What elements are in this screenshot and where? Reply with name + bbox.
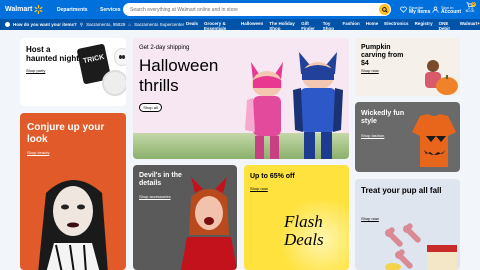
dog-treats-image [385, 223, 457, 270]
cart-button[interactable]: 0 $0.00 [464, 2, 476, 17]
services-label: Services [100, 6, 121, 13]
nav-registry[interactable]: Registry [415, 21, 433, 28]
search-input[interactable]: Search everything at Walmart online and … [123, 3, 391, 16]
shop-fashion-link[interactable]: Shop fashion [361, 133, 384, 138]
hero-subtitle: Get 2-day shipping [139, 45, 190, 51]
my-items-label: My Items [409, 8, 431, 15]
store-icon: ⌂ [128, 22, 132, 27]
nav-home[interactable]: Home [366, 21, 379, 28]
devil-costume-kid-image [181, 177, 237, 270]
delivery-selector[interactable]: How do you want your items? ⚲ Sacramento… [5, 21, 184, 28]
pink-costume-kid-image [245, 62, 283, 159]
flash-line: Flash [284, 212, 323, 231]
card-haunted-night[interactable]: Host a haunted night Shop party TRICK [20, 38, 126, 106]
nav-electronics[interactable]: Electronics [384, 21, 408, 28]
shop-party-link[interactable]: Shop party [26, 68, 45, 73]
shop-now-link[interactable]: Shop now [250, 186, 268, 191]
card-treat-pup[interactable]: Treat your pup all fall Shop now [355, 179, 460, 270]
nav-gift-finder[interactable]: Gift Finder [301, 21, 317, 31]
card-flash-deals[interactable]: Up to 65% off Shop now Flash Deals [244, 165, 349, 270]
card-conjure-look[interactable]: Conjure up your look Shop beauty [20, 113, 126, 270]
delivery-location: Sacramento, 95829 [86, 22, 126, 27]
nav-one-debit[interactable]: ONE Debit [439, 21, 454, 31]
mug-text: TRICK [82, 53, 105, 66]
flash-deals-heading: Flash Deals [284, 213, 324, 249]
pumpkin-carving-image [425, 60, 458, 95]
shop-now-link[interactable]: Shop now [361, 216, 379, 221]
nav-toy-shop[interactable]: Toy Shop [323, 21, 337, 31]
search-button[interactable] [379, 4, 390, 15]
shop-now-link[interactable]: Shop now [361, 68, 379, 73]
services-button[interactable]: Services [91, 3, 121, 16]
card-title: Conjure up your look [27, 122, 105, 145]
card-title: Host a haunted night [26, 45, 79, 64]
card-pumpkin-carving[interactable]: Pumpkin carving from $4 Shop now [355, 38, 460, 96]
nav-halloween[interactable]: Halloween [241, 21, 263, 28]
card-title: Treat your pup all fall [361, 186, 442, 195]
card-devil-details[interactable]: Devil's in the details Shop accessories [133, 165, 237, 270]
hero-title: Halloween thrills [139, 56, 219, 95]
nav-walmart-plus[interactable]: Walmart+ [460, 21, 480, 28]
nav-grocery[interactable]: Grocery & Essentials [204, 21, 235, 31]
pin-icon: ⚲ [79, 21, 84, 27]
store-name: Sacramento Supercenter [134, 22, 185, 27]
search-icon [381, 6, 388, 13]
witch-makeup-model-image [38, 180, 108, 270]
cart-count-badge: 0 [471, 2, 476, 7]
user-icon [432, 6, 439, 13]
plate-image [102, 70, 126, 96]
deals-line: Deals [284, 229, 324, 249]
card-title: Pumpkin carving from $4 [361, 44, 404, 68]
sub-header: How do you want your items? ⚲ Sacramento… [0, 19, 480, 31]
departments-label: Departments [57, 6, 88, 13]
ghost-face-image [114, 48, 126, 66]
reorder-button[interactable]: Reorder My Items [400, 3, 430, 16]
heart-icon [400, 6, 407, 13]
nav-holiday-shop[interactable]: The Holiday Shop [269, 21, 295, 31]
departments-button[interactable]: Departments [48, 3, 90, 16]
brand-name: Walmart [5, 6, 33, 13]
card-title: Up to 65% off [250, 173, 295, 180]
hero-banner[interactable]: Get 2-day shipping Halloween thrills Sho… [133, 38, 349, 159]
account-label: Account [441, 8, 461, 15]
spark-icon [34, 5, 43, 14]
delivery-icon [5, 22, 10, 27]
card-title: Wickedly fun style [361, 110, 405, 126]
search-placeholder: Search everything at Walmart online and … [130, 6, 238, 13]
shop-accessories-link[interactable]: Shop accessories [139, 194, 171, 199]
top-nav: Deals Grocery & Essentials Halloween The… [186, 21, 480, 31]
shop-all-button[interactable]: Shop all [139, 103, 162, 112]
blue-costume-kid-image [293, 52, 343, 159]
top-header: Walmart Departments Services Search ever… [0, 0, 480, 19]
walmart-logo[interactable]: Walmart [5, 3, 43, 16]
shop-beauty-link[interactable]: Shop beauty [27, 150, 49, 155]
account-button[interactable]: Sign In Account [432, 3, 461, 16]
delivery-prompt: How do you want your items? [13, 22, 77, 27]
nav-fashion[interactable]: Fashion [343, 21, 360, 28]
pumpkin-sweater-image [412, 114, 456, 167]
cart-amount: $0.00 [465, 9, 475, 13]
card-wickedly-fun[interactable]: Wickedly fun style Shop fashion [355, 102, 460, 172]
nav-deals[interactable]: Deals [186, 21, 198, 28]
